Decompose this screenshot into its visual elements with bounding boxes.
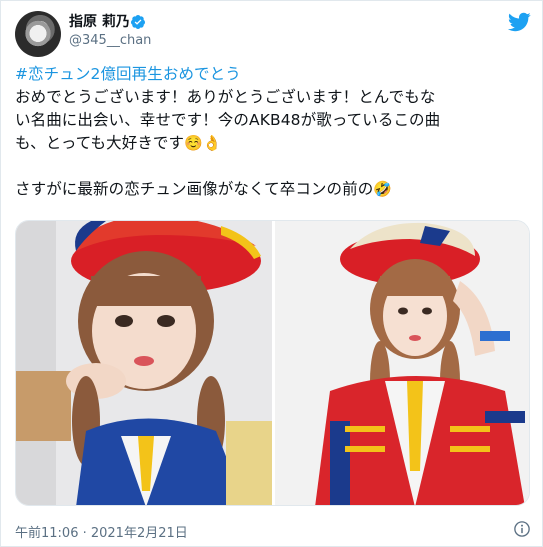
tweet-card: 指原 莉乃 @345__chan #恋チュン2億回再生おめでとう おめでとうござ… bbox=[0, 0, 543, 547]
display-name[interactable]: 指原 莉乃 bbox=[69, 13, 130, 31]
media-grid bbox=[15, 220, 530, 506]
tweet-line-text: も、とっても大好きです bbox=[15, 134, 185, 152]
avatar[interactable] bbox=[15, 11, 61, 57]
handle[interactable]: @345__chan bbox=[69, 33, 151, 48]
tweet-line-text: さすがに最新の恋チュン画像がなくて卒コンの前の bbox=[15, 180, 374, 198]
verified-badge-icon bbox=[130, 15, 145, 29]
photo-2[interactable] bbox=[275, 221, 529, 505]
tweet-line: も、とっても大好きです☺️👌 bbox=[15, 132, 530, 155]
timestamp-link[interactable]: 午前11:06 · 2021年2月21日 bbox=[15, 522, 188, 541]
photo-1-image bbox=[16, 221, 272, 505]
tweet-line: さすがに最新の恋チュン画像がなくて卒コンの前の🤣 bbox=[15, 178, 530, 201]
info-icon[interactable] bbox=[513, 520, 531, 538]
twitter-bird-icon[interactable] bbox=[505, 10, 533, 34]
emoji-relieved-ok-hand: ☺️👌 bbox=[184, 134, 222, 152]
tweet-line: おめでとうございます！ありがとうございます！とんでもな bbox=[15, 88, 436, 106]
photo-1[interactable] bbox=[16, 221, 272, 505]
emoji-rofl: 🤣 bbox=[373, 180, 393, 198]
hashtag-link[interactable]: #恋チュン2億回再生おめでとう bbox=[15, 63, 530, 86]
tweet-text: #恋チュン2億回再生おめでとう おめでとうございます！ありがとうございます！とん… bbox=[15, 63, 530, 201]
tweet-line: い名曲に出会い、幸せです！今のAKB48が歌っているこの曲 bbox=[15, 111, 441, 129]
photo-2-image bbox=[275, 221, 529, 505]
